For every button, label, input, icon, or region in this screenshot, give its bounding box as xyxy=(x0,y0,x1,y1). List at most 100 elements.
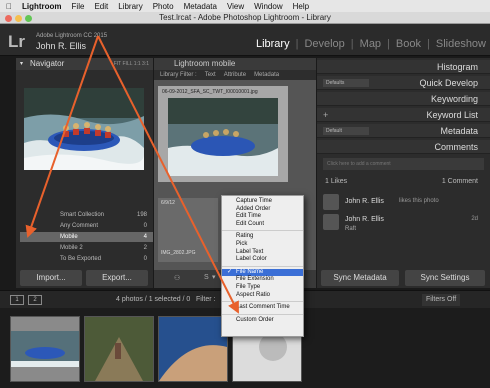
quick-develop-panel-header[interactable]: Defaults Quick Develop xyxy=(317,76,490,90)
product-name: Adobe Lightroom CC 2015 xyxy=(36,33,108,39)
sort-menu-item[interactable]: Last Comment Time xyxy=(222,304,303,312)
collection-row[interactable]: To Be Exported 0 xyxy=(20,254,153,264)
library-filter-label: Library Filter : xyxy=(160,72,197,78)
sort-menu-item[interactable]: ✓ File Name xyxy=(222,268,303,277)
collection-row[interactable]: Any Comment 0 xyxy=(20,221,153,231)
avatar xyxy=(323,194,339,210)
menu-divider xyxy=(222,230,303,232)
sync-settings-button[interactable]: Sync Settings xyxy=(405,270,485,286)
export-button[interactable]: Export... xyxy=(86,270,148,286)
comment-author: John R. Ellis xyxy=(345,216,384,223)
navigator-zoom-options[interactable]: FIT FILL 1:1 3:1 xyxy=(114,58,149,70)
comment-text: Raft xyxy=(345,226,357,232)
sort-menu-item[interactable]: Pick xyxy=(222,241,303,249)
filmstrip-thumb[interactable] xyxy=(158,316,228,382)
menu-window[interactable]: Window xyxy=(254,2,282,11)
likes-count: 1 Likes xyxy=(325,178,348,185)
filter-attribute-tab[interactable]: Attribute xyxy=(224,70,246,80)
mac-menubar:  Lightroom File Edit Library Photo Meta… xyxy=(0,0,490,12)
sort-menu-item[interactable]: Aspect Ratio xyxy=(222,292,303,300)
filters-off-select[interactable]: Filters Off xyxy=(422,294,461,306)
collection-title: Lightroom mobile xyxy=(154,58,316,70)
menu-view[interactable]: View xyxy=(227,2,244,11)
sort-label[interactable]: S xyxy=(204,274,209,281)
menu-edit[interactable]: Edit xyxy=(94,2,108,11)
sort-menu-item[interactable]: Rating xyxy=(222,233,303,241)
filter-label: Filter : xyxy=(196,296,216,303)
keyword-list-panel-header[interactable]: + Keyword List xyxy=(317,108,490,122)
like-user: John R. Ellis xyxy=(345,198,384,205)
sync-metadata-button[interactable]: Sync Metadata xyxy=(321,270,399,286)
close-window-button[interactable] xyxy=(5,15,12,22)
sort-menu-item[interactable]: Added Order xyxy=(222,206,303,214)
histogram-panel-header[interactable]: Histogram xyxy=(317,60,490,74)
primary-display-button[interactable]: 1 xyxy=(10,295,24,305)
triangle-down-icon: ▾ xyxy=(20,61,24,67)
apple-icon[interactable]:  xyxy=(6,2,12,11)
sort-menu-item[interactable]: Edit Count xyxy=(222,221,303,229)
module-slideshow[interactable]: Slideshow xyxy=(436,38,486,50)
grid-cell-date: 6/9/12 xyxy=(161,200,175,206)
grid-cell-selected[interactable]: 06-09-2012_SFA_SC_TWT_I00010001.jpg xyxy=(158,86,288,182)
window-title: Test.lrcat - Adobe Photoshop Lightroom -… xyxy=(159,13,331,22)
filter-metadata-tab[interactable]: Metadata xyxy=(254,70,279,80)
module-map[interactable]: Map xyxy=(360,38,381,50)
collection-row[interactable]: Smart Collection 198 xyxy=(20,210,153,220)
left-panel: ▾ Navigator FIT FILL 1:1 3:1 Smart Colle… xyxy=(16,58,153,288)
navigator-title: Navigator xyxy=(30,59,65,68)
sort-menu-item[interactable]: Label Text xyxy=(222,249,303,257)
menu-lightroom[interactable]: Lightroom xyxy=(22,2,62,11)
grid-cell-filename: IMG_2802.JPG xyxy=(161,250,196,256)
collection-row-selected[interactable]: Mobile 4 xyxy=(20,232,153,242)
filmstrip-thumb[interactable] xyxy=(84,316,154,382)
comments-panel-header[interactable]: Comments xyxy=(317,140,490,154)
navigator-preview[interactable] xyxy=(24,88,144,170)
import-button[interactable]: Import... xyxy=(20,270,82,286)
module-book[interactable]: Book xyxy=(396,38,421,50)
library-filter-bar: Library Filter : Text Attribute Metadata xyxy=(154,70,316,80)
saved-preset-select[interactable]: Defaults xyxy=(323,79,369,87)
filter-text-tab[interactable]: Text xyxy=(205,70,216,80)
sort-menu-item[interactable]: Custom Order xyxy=(222,317,303,325)
menu-library[interactable]: Library xyxy=(118,2,142,11)
module-picker: Library | Develop | Map | Book | Slidesh… xyxy=(255,38,486,50)
sort-menu-item[interactable]: Edit Time xyxy=(222,213,303,221)
sort-menu-item[interactable]: Capture Time xyxy=(222,198,303,206)
keywording-panel-header[interactable]: Keywording xyxy=(317,92,490,106)
lightroom-logo: Lr xyxy=(8,32,25,51)
module-develop[interactable]: Develop xyxy=(304,38,344,50)
menu-help[interactable]: Help xyxy=(293,2,309,11)
comment-count: 1 Comment xyxy=(441,178,478,185)
menu-file[interactable]: File xyxy=(72,2,85,11)
sort-menu-item[interactable]: File Type xyxy=(222,284,303,292)
like-text: likes this photo xyxy=(399,198,439,204)
minimize-window-button[interactable] xyxy=(15,15,22,22)
collection-row[interactable]: Mobile 22 xyxy=(20,243,153,253)
checkmark-icon: ✓ xyxy=(227,268,233,275)
photo-count-status: 4 photos / 1 selected / 0 xyxy=(116,296,191,303)
sort-menu-item[interactable]: File Extension xyxy=(222,276,303,284)
filmstrip-thumb-selected[interactable] xyxy=(10,316,80,382)
grid-cell[interactable]: 6/9/12 xyxy=(158,198,218,250)
grid-cell[interactable]: IMG_2802.JPG xyxy=(158,248,218,262)
chevron-down-icon[interactable]: ▾ xyxy=(212,273,216,281)
user-name: John R. Ellis xyxy=(36,41,87,51)
painter-icon[interactable]: ⚇ xyxy=(174,274,180,282)
metadata-panel-header[interactable]: Default Metadata xyxy=(317,124,490,138)
module-library[interactable]: Library xyxy=(256,38,290,50)
menu-divider xyxy=(222,301,303,303)
menu-divider xyxy=(222,313,303,315)
comment-age: 2d xyxy=(471,216,478,222)
sort-menu-item[interactable]: Label Color xyxy=(222,256,303,264)
secondary-display-button[interactable]: 2 xyxy=(28,295,42,305)
window-titlebar: Test.lrcat - Adobe Photoshop Lightroom -… xyxy=(0,12,490,24)
grid-cell-filename: 06-09-2012_SFA_SC_TWT_I00010001.jpg xyxy=(162,89,258,95)
identity-plate: Lr Adobe Lightroom CC 2015 John R. Ellis… xyxy=(0,24,490,56)
plus-icon[interactable]: + xyxy=(323,108,328,122)
navigator-header[interactable]: ▾ Navigator FIT FILL 1:1 3:1 xyxy=(16,58,153,70)
comment-input[interactable]: Click here to add a comment xyxy=(323,158,484,170)
menu-metadata[interactable]: Metadata xyxy=(184,2,217,11)
menu-photo[interactable]: Photo xyxy=(153,2,174,11)
zoom-window-button[interactable] xyxy=(25,15,32,22)
metadata-preset-select[interactable]: Default xyxy=(323,127,369,135)
